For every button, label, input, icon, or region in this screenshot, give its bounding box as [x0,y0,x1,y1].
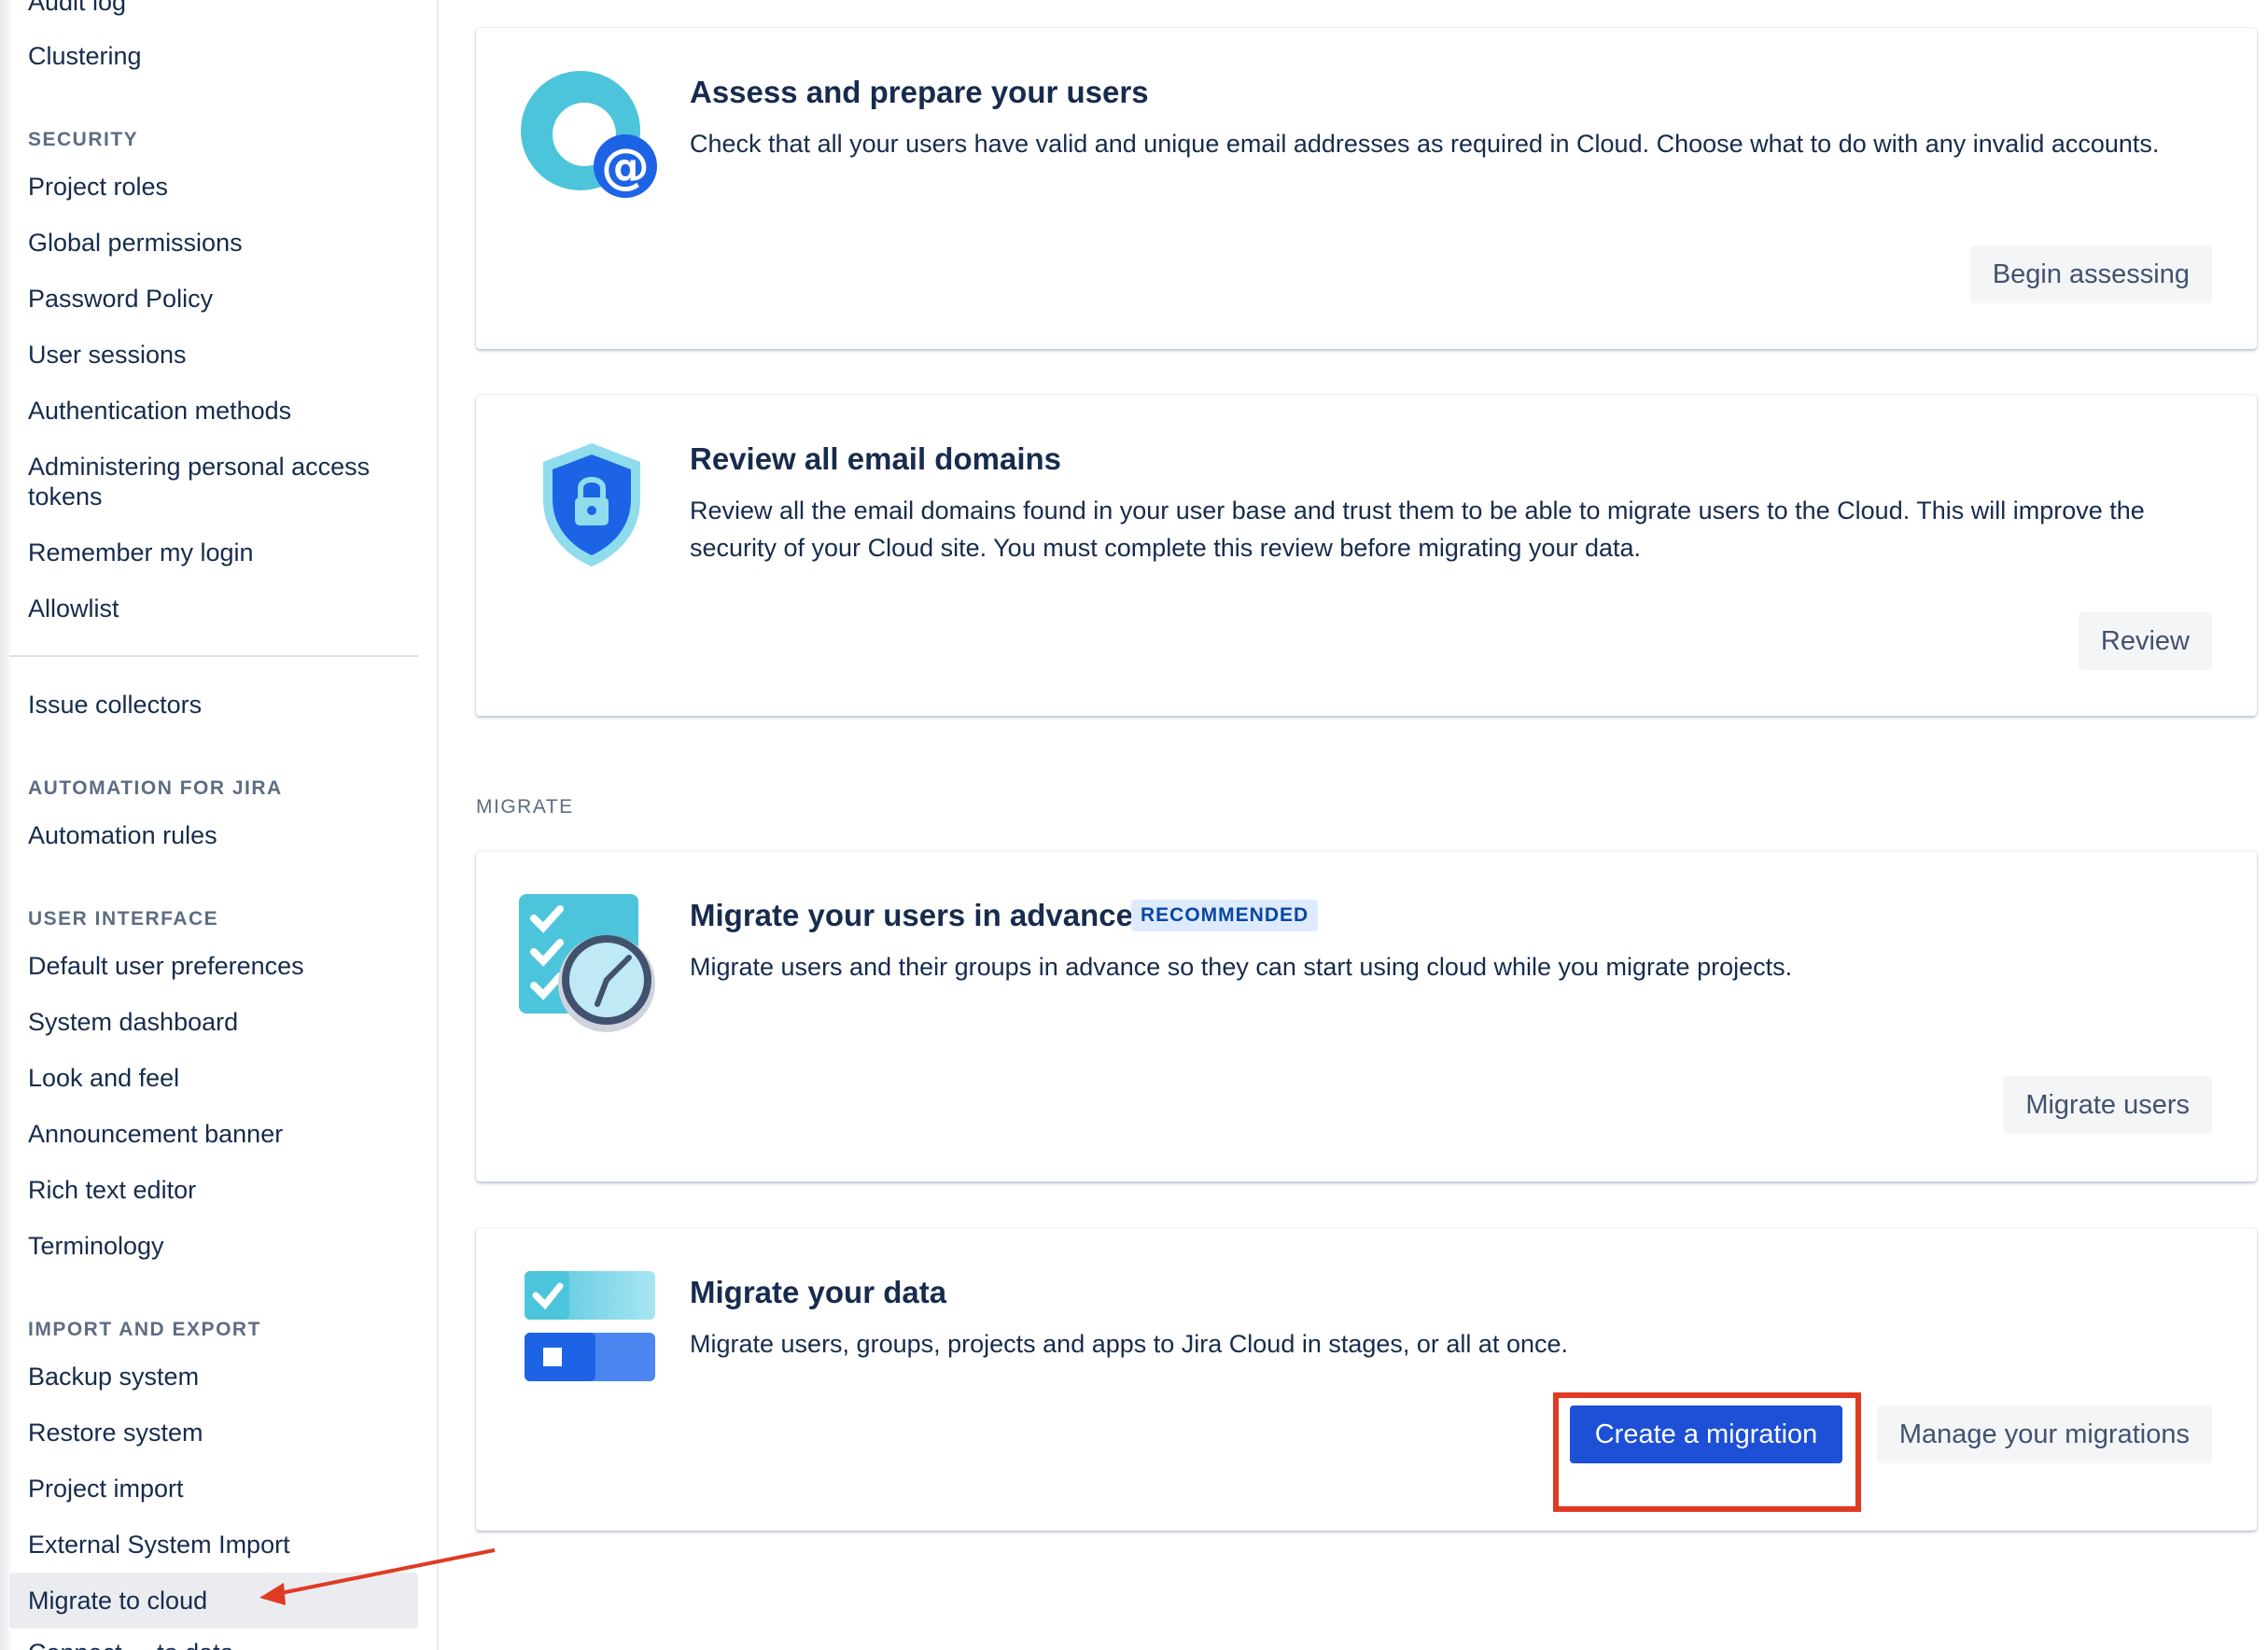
sidebar-item-look-and-feel[interactable]: Look and feel [28,1063,179,1093]
begin-assessing-button[interactable]: Begin assessing [1969,245,2212,303]
card-migrate-data: Migrate your data Migrate users, groups,… [476,1228,2257,1531]
sidebar-item-terminology[interactable]: Terminology [28,1231,164,1261]
sidebar-item-remember-my-login[interactable]: Remember my login [28,538,254,567]
card-description: Review all the email domains found in yo… [690,496,2145,562]
sidebar-item-clustering[interactable]: Clustering [28,41,142,71]
checklist-clock-icon [519,894,655,1032]
card-title: Assess and prepare your users [690,75,1149,109]
sidebar-item-issue-collectors[interactable]: Issue collectors [28,690,202,720]
migrate-users-button[interactable]: Migrate users [2003,1076,2212,1134]
sidebar-item-restore-system[interactable]: Restore system [28,1418,203,1447]
sidebar-item-global-permissions[interactable]: Global permissions [28,228,243,258]
svg-text:@: @ [601,139,650,195]
sidebar-item-external-system-import[interactable]: External System Import [28,1530,290,1559]
manage-migrations-button[interactable]: Manage your migrations [1876,1405,2212,1463]
sidebar-item-automation-rules[interactable]: Automation rules [28,820,217,850]
sidebar-heading-automation: AUTOMATION FOR JIRA [28,777,283,799]
sidebar-item-rich-text-editor[interactable]: Rich text editor [28,1175,196,1205]
sidebar-heading-security: SECURITY [28,129,139,150]
sidebar-heading-import-export: IMPORT AND EXPORT [28,1319,261,1340]
card-description: Check that all your users have valid and… [690,130,2160,158]
sidebar-item-user-sessions[interactable]: User sessions [28,340,187,370]
sidebar-item-backup-system[interactable]: Backup system [28,1362,199,1391]
sidebar-heading-user-interface: USER INTERFACE [28,908,219,930]
sidebar-item-audit-log[interactable]: Audit log [28,0,126,17]
section-label-migrate: MIGRATE [476,796,574,818]
card-title: Review all email domains [690,441,1061,476]
sidebar-item-authentication-methods[interactable]: Authentication methods [28,396,291,426]
sidebar-item-announcement-banner[interactable]: Announcement banner [28,1119,283,1149]
card-title: Migrate your users in advance [690,898,1134,932]
card-assess-users: @ Assess and prepare your users Check th… [476,28,2257,349]
sidebar-item-password-policy[interactable]: Password Policy [28,284,213,314]
shield-lock-icon [543,443,640,566]
sidebar-item-project-roles[interactable]: Project roles [28,172,168,202]
user-email-icon: @ [521,71,657,198]
card-description: Migrate users, groups, projects and apps… [690,1330,1568,1358]
sidebar-item-personal-access-tokens[interactable]: Administering personal access tokens [28,452,383,511]
card-description: Migrate users and their groups in advanc… [690,953,1793,981]
sidebar-item-connect-data[interactable]: Connect ... to data [28,1638,234,1650]
data-toggle-icon [525,1271,655,1381]
sidebar-shadow [0,0,13,1650]
recommended-badge: RECOMMENDED [1131,900,1319,931]
card-migrate-users: Migrate your users in advance RECOMMENDE… [476,851,2257,1182]
sidebar-item-system-dashboard[interactable]: System dashboard [28,1007,238,1037]
sidebar-item-migrate-to-cloud[interactable]: Migrate to cloud [28,1586,207,1615]
sidebar-divider [9,655,418,657]
sidebar: Audit log Clustering SECURITY Project ro… [0,0,439,1650]
sidebar-item-project-import[interactable]: Project import [28,1474,184,1503]
highlight-box [1553,1392,1861,1512]
review-button[interactable]: Review [2078,612,2212,670]
card-review-email-domains: Review all email domains Review all the … [476,395,2257,716]
sidebar-item-default-user-preferences[interactable]: Default user preferences [28,951,304,981]
sidebar-item-allowlist[interactable]: Allowlist [28,594,119,623]
card-title: Migrate your data [690,1275,947,1309]
